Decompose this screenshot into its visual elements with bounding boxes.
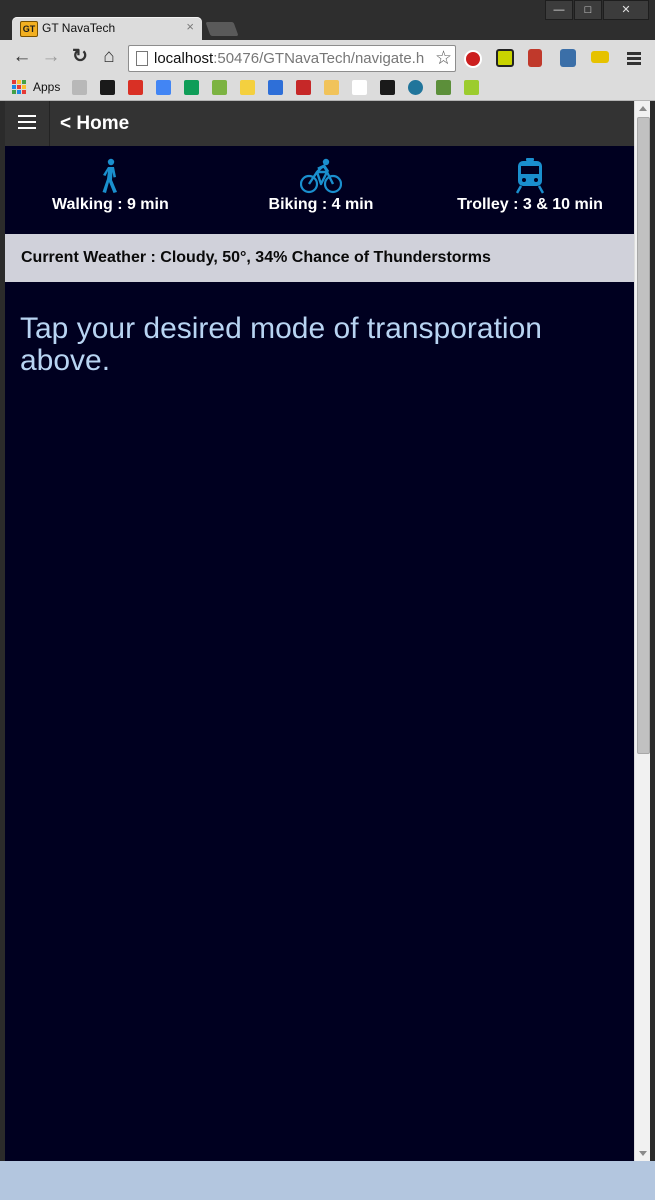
home-back-link[interactable]: < Home [60,113,129,135]
calendar-bookmark-icon[interactable] [156,80,171,95]
minimize-button[interactable]: — [545,0,573,20]
bookmark-star-icon[interactable]: ☆ [435,47,452,70]
play-extension-icon[interactable] [560,49,576,67]
scroll-down-arrow-icon[interactable] [639,1151,647,1156]
scrollbar-thumb[interactable] [637,117,650,754]
bookmarks-bar: Apps [0,76,655,101]
address-bar[interactable]: localhost:50476/GTNavaTech/navigate.h ☆ [128,45,456,72]
folder-bookmark-icon[interactable] [324,80,339,95]
weather-bar: Current Weather : Cloudy, 50°, 34% Chanc… [5,234,634,282]
biking-label: Biking : 4 min [268,196,374,213]
walking-mode-button[interactable]: Walking : 9 min [52,158,169,214]
window-frame [650,101,655,1161]
tab-close-icon[interactable]: × [186,19,194,34]
reload-icon[interactable]: ↻ [69,46,91,68]
weather-text: Current Weather : Cloudy, 50°, 34% Chanc… [21,249,491,266]
page-scrollbar[interactable] [634,101,651,1161]
bookmark-3-icon[interactable] [380,80,395,95]
page-viewport: < Home Walking : 9 min Biking : 4 min Tr… [5,101,634,1161]
browser-tab[interactable]: GT GT NavaTech × [12,17,202,40]
gmail-bookmark-icon[interactable] [128,80,143,95]
pocket-extension-icon[interactable] [528,49,542,67]
instruction-text: Tap your desired mode of transporation a… [20,312,542,377]
home-icon[interactable]: ⌂ [98,46,120,68]
forward-arrow-icon[interactable]: → [40,46,62,68]
app-header: < Home [5,101,634,146]
new-tab-button[interactable] [205,22,239,36]
menu-hamburger-icon[interactable] [5,101,50,146]
trolley-label: Trolley : 3 & 10 min [457,196,603,213]
trolley-mode-button[interactable]: Trolley : 3 & 10 min [451,158,609,214]
transport-modes: Walking : 9 min Biking : 4 min Trolley:… [5,146,634,234]
apps-bookmark-label[interactable]: Apps [33,80,60,94]
d-bookmark-icon[interactable] [436,80,451,95]
maps-bookmark-icon[interactable] [212,80,227,95]
page-icon [136,51,148,66]
bookmark-1-icon[interactable] [72,80,87,95]
back-arrow-icon[interactable]: ← [11,46,33,68]
keep-bookmark-icon[interactable] [240,80,255,95]
evernote-extension-icon[interactable] [496,49,514,67]
drive-bookmark-icon[interactable] [184,80,199,95]
url-text: localhost:50476/GTNavaTech/navigate.h [154,50,425,67]
scroll-up-arrow-icon[interactable] [639,106,647,111]
bank-bookmark-icon[interactable] [296,80,311,95]
walking-label: Walking : 9 min [52,196,169,213]
title-bar: GT GT NavaTech × — □ ✕ [0,0,655,40]
tab-title: GT NavaTech [42,21,116,35]
apps-grid-icon[interactable] [12,80,26,94]
trolley-icon [516,158,544,194]
browser-toolbar: ← → ↻ ⌂ localhost:50476/GTNavaTech/navig… [0,40,655,76]
contacts-bookmark-icon[interactable] [268,80,283,95]
browser-menu-icon[interactable] [627,52,641,67]
window-controls: — □ ✕ [544,0,649,20]
login-extension-icon[interactable] [591,51,609,63]
adblock-extension-icon[interactable] [464,50,482,68]
walking-icon [102,158,117,193]
bookmark-2-icon[interactable] [100,80,115,95]
bicycle-icon [300,158,342,194]
maximize-button[interactable]: □ [574,0,602,20]
page-bookmark-icon[interactable] [352,80,367,95]
favicon-icon: GT [20,21,38,37]
biking-mode-button[interactable]: Biking : 4 min [263,158,379,214]
close-window-button[interactable]: ✕ [603,0,649,20]
bookmark-4-icon[interactable] [464,80,479,95]
wordpress-bookmark-icon[interactable] [408,80,423,95]
